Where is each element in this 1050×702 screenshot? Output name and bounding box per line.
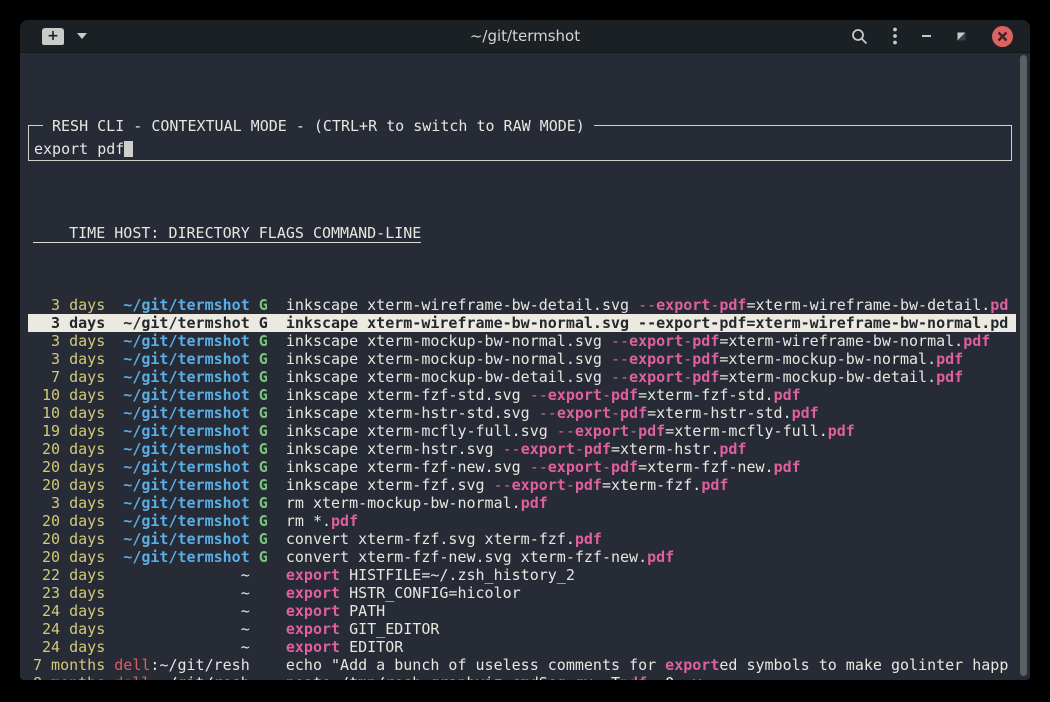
table-header: TIME HOST: DIRECTORY FLAGS COMMAND-LINE <box>33 224 1030 242</box>
search-box-title: RESH CLI - CONTEXTUAL MODE - (CTRL+R to … <box>43 117 594 135</box>
resh-search-box: RESH CLI - CONTEXTUAL MODE - (CTRL+R to … <box>28 125 1012 161</box>
history-row[interactable]: 3 days ~/git/termshot G inkscape xterm-w… <box>33 296 1030 314</box>
history-row[interactable]: 7 days ~/git/termshot G inkscape xterm-m… <box>33 368 1030 386</box>
search-icon <box>851 28 868 45</box>
minimize-button[interactable] <box>922 35 931 37</box>
history-row[interactable]: 3 days ~/git/termshot G inkscape xterm-m… <box>33 350 1030 368</box>
search-query-text: export pdf <box>34 140 124 158</box>
minimize-icon <box>922 35 931 37</box>
search-button[interactable] <box>851 28 868 45</box>
history-row[interactable]: 10 days ~/git/termshot G inkscape xterm-… <box>33 404 1030 422</box>
history-row[interactable]: 20 days ~/git/termshot G inkscape xterm-… <box>33 458 1030 476</box>
history-row[interactable]: 23 days ~ export HSTR_CONFIG=hicolor <box>33 584 1030 602</box>
restore-button[interactable] <box>956 31 967 42</box>
menu-button[interactable] <box>893 27 897 45</box>
history-row[interactable]: 22 days ~ export HISTFILE=~/.zsh_history… <box>33 566 1030 584</box>
terminal-window: + ~/git/termshot <box>20 20 1030 680</box>
history-row[interactable]: 20 days ~/git/termshot G convert xterm-f… <box>33 548 1030 566</box>
history-row-selected[interactable]: 3 days ~/git/termshot G inkscape xterm-w… <box>28 314 1016 332</box>
restore-icon <box>956 31 967 42</box>
history-row[interactable]: 7 months dell:~/git/resh echo "Add a bun… <box>33 656 1030 674</box>
history-row[interactable]: 20 days ~/git/termshot G inkscape xterm-… <box>33 440 1030 458</box>
history-row[interactable]: 3 days ~/git/termshot G rm xterm-mockup-… <box>33 494 1030 512</box>
kebab-menu-icon <box>893 27 897 45</box>
scrollbar[interactable] <box>1020 55 1027 676</box>
history-row[interactable]: 24 days ~ export GIT_EDITOR <box>33 620 1030 638</box>
titlebar: + ~/git/termshot <box>20 20 1030 53</box>
text-cursor <box>124 141 133 157</box>
terminal-content: RESH CLI - CONTEXTUAL MODE - (CTRL+R to … <box>20 53 1030 679</box>
history-row[interactable]: 24 days ~ export PATH <box>33 602 1030 620</box>
history-row[interactable]: 20 days ~/git/termshot G inkscape xterm-… <box>33 476 1030 494</box>
history-list: 3 days ~/git/termshot G inkscape xterm-w… <box>33 296 1030 680</box>
search-input[interactable]: export pdf <box>34 140 133 158</box>
history-row[interactable]: 24 days ~ export EDITOR <box>33 638 1030 656</box>
history-row[interactable]: 19 days ~/git/termshot G inkscape xterm-… <box>33 422 1030 440</box>
close-button[interactable] <box>992 26 1013 47</box>
history-row[interactable]: 20 days ~/git/termshot G rm *.pdf <box>33 512 1030 530</box>
history-row[interactable]: 3 days ~/git/termshot G inkscape xterm-m… <box>33 332 1030 350</box>
history-row[interactable]: 10 days ~/git/termshot G inkscape xterm-… <box>33 386 1030 404</box>
history-row[interactable]: 20 days ~/git/termshot G convert xterm-f… <box>33 530 1030 548</box>
history-row[interactable]: 8 months dell:~/git/resh neato /tmp/resh… <box>33 674 1030 680</box>
close-icon <box>997 31 1008 42</box>
